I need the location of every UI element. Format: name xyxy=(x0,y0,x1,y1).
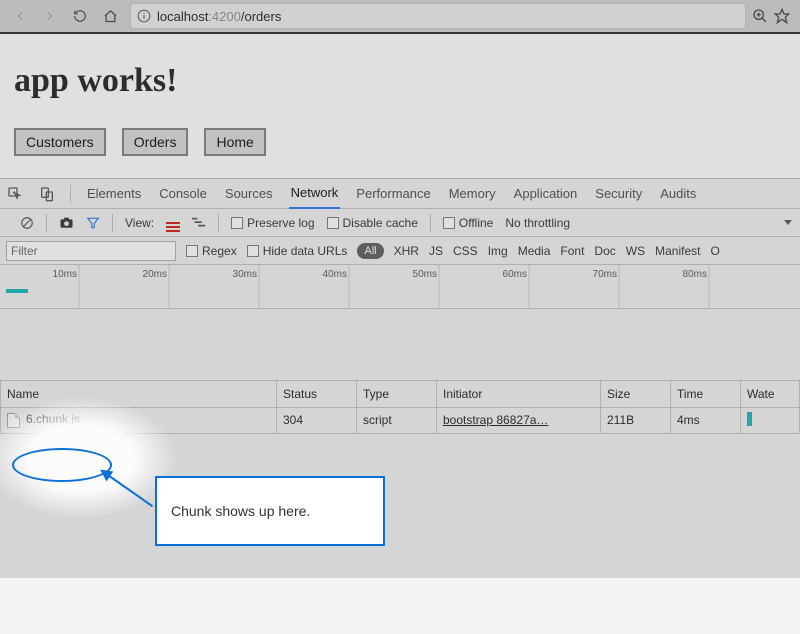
tick: 60ms xyxy=(503,269,530,280)
type-media[interactable]: Media xyxy=(518,244,551,258)
tab-sources[interactable]: Sources xyxy=(223,179,275,209)
tab-security[interactable]: Security xyxy=(593,179,644,209)
capture-screenshots-icon[interactable] xyxy=(59,217,74,229)
zoom-icon[interactable] xyxy=(752,8,768,24)
clear-button[interactable] xyxy=(20,216,34,230)
forward-button[interactable] xyxy=(36,2,64,30)
type-ws[interactable]: WS xyxy=(626,244,645,258)
tick: 80ms xyxy=(683,269,710,280)
customers-button[interactable]: Customers xyxy=(14,128,106,156)
type-other[interactable]: O xyxy=(710,244,719,258)
annotation-text: Chunk shows up here. xyxy=(171,503,310,519)
th-status[interactable]: Status xyxy=(277,381,357,407)
url-path: /orders xyxy=(241,9,281,24)
type-css[interactable]: CSS xyxy=(453,244,478,258)
tab-audits[interactable]: Audits xyxy=(658,179,698,209)
orders-button[interactable]: Orders xyxy=(122,128,189,156)
file-icon xyxy=(7,413,20,428)
tab-memory[interactable]: Memory xyxy=(447,179,498,209)
devtools-panel: Elements Console Sources Network Perform… xyxy=(0,178,800,634)
page-title: app works! xyxy=(14,62,786,100)
annotation-callout: Chunk shows up here. xyxy=(155,476,385,546)
type-font[interactable]: Font xyxy=(560,244,584,258)
tick: 40ms xyxy=(323,269,350,280)
timeline-bar xyxy=(6,289,28,293)
tick: 30ms xyxy=(233,269,260,280)
info-icon xyxy=(137,9,151,23)
waterfall-view-icon[interactable] xyxy=(192,217,206,229)
page-content: app works! Customers Orders Home xyxy=(0,62,800,156)
back-button[interactable] xyxy=(6,2,34,30)
device-toggle-icon[interactable] xyxy=(38,185,56,203)
tab-performance[interactable]: Performance xyxy=(354,179,432,209)
th-name[interactable]: Name xyxy=(1,381,277,407)
browser-toolbar: localhost:4200/orders xyxy=(0,0,800,34)
th-size[interactable]: Size xyxy=(601,381,671,407)
tick: 70ms xyxy=(593,269,620,280)
tab-console[interactable]: Console xyxy=(157,179,209,209)
cell-type: script xyxy=(357,407,437,433)
inspect-icon[interactable] xyxy=(6,185,24,203)
devtools-tabs: Elements Console Sources Network Perform… xyxy=(0,179,800,209)
th-type[interactable]: Type xyxy=(357,381,437,407)
toolbar-overflow-icon[interactable] xyxy=(784,220,792,225)
star-icon[interactable] xyxy=(774,8,790,24)
network-toolbar: View: Preserve log Disable cache Offline… xyxy=(0,209,800,237)
type-doc[interactable]: Doc xyxy=(594,244,615,258)
type-manifest[interactable]: Manifest xyxy=(655,244,700,258)
url-port: :4200 xyxy=(208,9,241,24)
th-waterfall[interactable]: Wate xyxy=(741,381,800,407)
url-host: localhost xyxy=(157,9,208,24)
cell-name: 6.chunk.js xyxy=(1,407,277,433)
cell-status: 304 xyxy=(277,407,357,433)
type-all-pill[interactable]: All xyxy=(357,243,383,259)
hide-data-urls-checkbox[interactable]: Hide data URLs xyxy=(247,244,348,258)
network-filter-row: Regex Hide data URLs All XHR JS CSS Img … xyxy=(0,237,800,265)
network-table: Name Status Type Initiator Size Time Wat… xyxy=(0,381,800,434)
network-bottom-area xyxy=(0,434,800,634)
home-page-button[interactable]: Home xyxy=(204,128,265,156)
network-blank-area xyxy=(0,309,800,381)
preserve-log-checkbox[interactable]: Preserve log xyxy=(231,216,314,230)
th-time[interactable]: Time xyxy=(671,381,741,407)
tab-network[interactable]: Network xyxy=(289,179,341,209)
filter-toggle-icon[interactable] xyxy=(86,216,100,230)
type-xhr[interactable]: XHR xyxy=(394,244,419,258)
cell-size: 211B xyxy=(601,407,671,433)
reload-button[interactable] xyxy=(66,2,94,30)
table-row[interactable]: 6.chunk.js 304 script bootstrap 86827a… … xyxy=(1,407,800,433)
tick: 20ms xyxy=(143,269,170,280)
home-button[interactable] xyxy=(96,2,124,30)
address-bar[interactable]: localhost:4200/orders xyxy=(130,3,746,29)
tick: 50ms xyxy=(413,269,440,280)
network-timeline[interactable]: 10ms 20ms 30ms 40ms 50ms 60ms 70ms 80ms xyxy=(0,265,800,309)
view-label: View: xyxy=(125,216,154,230)
type-js[interactable]: JS xyxy=(429,244,443,258)
tab-application[interactable]: Application xyxy=(512,179,580,209)
throttling-select[interactable]: No throttling xyxy=(505,216,570,230)
regex-checkbox[interactable]: Regex xyxy=(186,244,237,258)
filter-input[interactable] xyxy=(6,241,176,261)
cell-time: 4ms xyxy=(671,407,741,433)
tab-elements[interactable]: Elements xyxy=(85,179,143,209)
th-initiator[interactable]: Initiator xyxy=(437,381,601,407)
large-rows-icon[interactable] xyxy=(166,213,180,232)
offline-checkbox[interactable]: Offline xyxy=(443,216,493,230)
cell-initiator: bootstrap 86827a… xyxy=(437,407,601,433)
disable-cache-checkbox[interactable]: Disable cache xyxy=(327,216,418,230)
cell-waterfall xyxy=(741,407,800,433)
type-img[interactable]: Img xyxy=(488,244,508,258)
tick: 10ms xyxy=(53,269,80,280)
